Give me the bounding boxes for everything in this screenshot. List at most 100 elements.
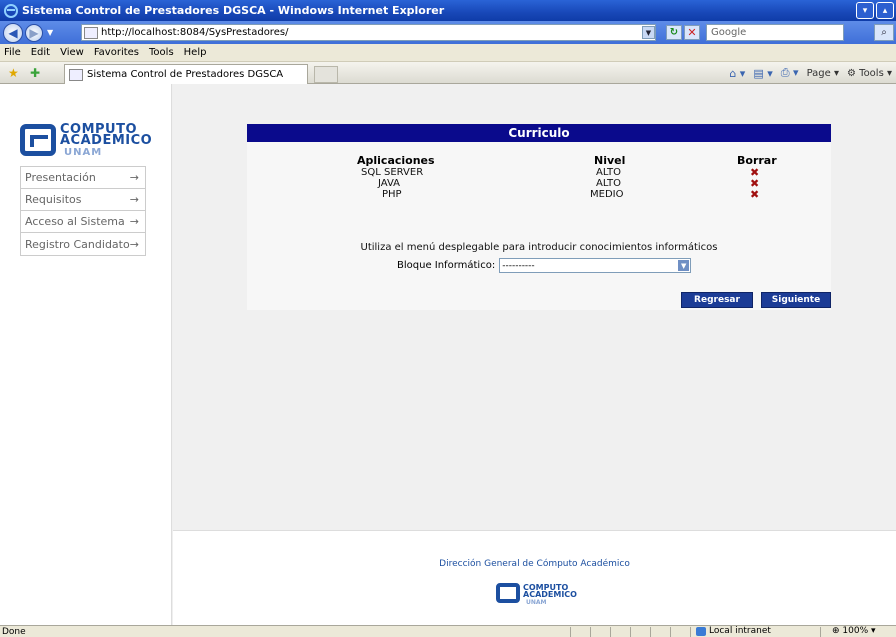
- column-header-app: Aplicaciones: [357, 154, 435, 167]
- search-placeholder: Google: [711, 27, 747, 38]
- window-controls: ▾ ▴: [856, 2, 894, 19]
- arrow-right-icon: →: [129, 171, 139, 184]
- column-header-level: Nivel: [594, 154, 626, 167]
- zone-label: Local intranet: [709, 626, 771, 636]
- tools-menu[interactable]: ⚙ Tools ▾: [847, 68, 892, 79]
- menu-bar: File Edit View Favorites Tools Help: [0, 44, 896, 62]
- address-dropdown-icon[interactable]: ▼: [642, 26, 655, 39]
- sidebar-item-label: Presentación: [25, 171, 96, 184]
- curriculo-panel: Curriculo Aplicaciones Nivel Borrar SQL …: [247, 124, 831, 310]
- sidebar-item-requisitos[interactable]: Requisitos →: [21, 189, 145, 211]
- cell-app: PHP: [382, 189, 402, 200]
- history-dropdown-icon[interactable]: ▼: [47, 28, 53, 37]
- new-tab-button[interactable]: [314, 66, 338, 83]
- menu-help[interactable]: Help: [184, 47, 207, 58]
- instructions-text: Utiliza el menú desplegable para introdu…: [360, 242, 718, 253]
- window-titlebar: Sistema Control de Prestadores DGSCA - W…: [0, 0, 896, 21]
- bloque-select-row: Bloque Informático: ---------- ▼: [397, 258, 692, 273]
- search-icon[interactable]: ⌕: [874, 24, 894, 41]
- add-favorites-icon[interactable]: ✚: [30, 66, 40, 80]
- bloque-select-value: ----------: [502, 260, 535, 271]
- cell-app: JAVA: [378, 178, 401, 189]
- arrow-right-icon: →: [129, 193, 139, 206]
- status-divider: [650, 627, 651, 637]
- address-input[interactable]: http://localhost:8084/SysPrestadores/: [81, 24, 656, 41]
- intranet-icon: [696, 626, 706, 636]
- print-icon[interactable]: ⎙ ▾: [781, 66, 799, 80]
- maximize-icon[interactable]: ▴: [876, 2, 894, 19]
- zoom-control[interactable]: ⊕ 100% ▾: [832, 626, 876, 636]
- siguiente-button[interactable]: Siguiente: [761, 292, 831, 308]
- regresar-button[interactable]: Regresar: [681, 292, 753, 308]
- chevron-down-icon: ▼: [678, 260, 690, 271]
- ie-logo-icon: [4, 3, 18, 18]
- search-input[interactable]: Google: [706, 24, 844, 41]
- sidebar-item-acceso[interactable]: Acceso al Sistema →: [21, 211, 145, 233]
- status-divider: [630, 627, 631, 637]
- status-text: Done: [2, 626, 26, 637]
- delete-icon[interactable]: ✖: [750, 188, 759, 201]
- command-bar: ⌂ ▾ ▤ ▾ ⎙ ▾ Page ▾ ⚙ Tools ▾: [729, 66, 892, 80]
- cell-level: ALTO: [596, 167, 622, 178]
- address-toolbar: ◀ ▶ ▼ http://localhost:8084/SysPrestador…: [0, 21, 896, 44]
- tools-menu-label: Tools: [859, 67, 884, 79]
- feeds-icon[interactable]: ▤ ▾: [753, 67, 772, 80]
- panel-title: Curriculo: [247, 124, 831, 142]
- footer-logo-line2: ACADEMICO: [523, 590, 577, 599]
- footer-logo-mark: [496, 583, 520, 603]
- sidebar-item-presentacion[interactable]: Presentación →: [21, 167, 145, 189]
- refresh-icon[interactable]: ↻: [666, 25, 682, 40]
- forward-arrow-icon[interactable]: ▶: [25, 23, 43, 42]
- minimize-icon[interactable]: ▾: [856, 2, 874, 19]
- status-divider: [570, 627, 571, 637]
- bloque-label: Bloque Informático:: [397, 260, 496, 271]
- status-divider: [690, 627, 691, 637]
- page-icon: [84, 26, 98, 39]
- status-bar: Done Local intranet ⊕ 100% ▾: [0, 625, 896, 637]
- bloque-select[interactable]: ---------- ▼: [499, 258, 692, 273]
- cell-level: ALTO: [596, 178, 622, 189]
- address-url: http://localhost:8084/SysPrestadores/: [101, 27, 289, 38]
- arrow-right-icon: →: [129, 215, 139, 228]
- menu-edit[interactable]: Edit: [31, 47, 50, 58]
- page-footer: Dirección General de Cómputo Académico C…: [173, 530, 896, 625]
- zoom-value: 100%: [842, 626, 869, 636]
- page-content: COMPUTO ACADEMICO UNAM Presentación → Re…: [0, 84, 896, 625]
- menu-view[interactable]: View: [60, 47, 84, 58]
- back-arrow-icon[interactable]: ◀: [3, 22, 23, 43]
- footer-link[interactable]: Dirección General de Cómputo Académico: [173, 559, 896, 569]
- logo-line3: UNAM: [64, 147, 103, 158]
- computo-academico-logo: COMPUTO ACADEMICO UNAM: [20, 122, 152, 162]
- status-divider: [670, 627, 671, 637]
- favorites-star-icon[interactable]: ★: [8, 66, 19, 80]
- sidebar-item-label: Registro Candidato: [25, 237, 130, 251]
- window-title: Sistema Control de Prestadores DGSCA - W…: [22, 4, 445, 17]
- status-divider: [610, 627, 611, 637]
- sidebar-item-registro[interactable]: Registro Candidato →: [21, 233, 145, 255]
- status-divider: [820, 627, 821, 637]
- page-icon: [69, 68, 83, 81]
- tab-current[interactable]: Sistema Control de Prestadores DGSCA: [64, 64, 308, 84]
- menu-tools[interactable]: Tools: [149, 47, 174, 58]
- security-zone[interactable]: Local intranet: [696, 626, 771, 636]
- sidebar-item-label: Acceso al Sistema: [25, 215, 125, 228]
- cell-app: SQL SERVER: [361, 167, 424, 178]
- stop-icon[interactable]: ✕: [684, 25, 700, 40]
- cell-level: MEDIO: [590, 189, 624, 200]
- tab-bar: ★ ✚ Sistema Control de Prestadores DGSCA…: [0, 62, 896, 84]
- status-divider: [590, 627, 591, 637]
- footer-logo-line3: UNAM: [526, 599, 547, 606]
- page-menu-label: Page: [806, 67, 831, 79]
- page-menu[interactable]: Page ▾: [807, 68, 839, 79]
- logo-mark: [20, 124, 56, 156]
- footer-logo: COMPUTO ACADEMICO UNAM: [496, 581, 582, 607]
- left-sidebar: COMPUTO ACADEMICO UNAM Presentación → Re…: [0, 84, 172, 625]
- sidebar-menu: Presentación → Requisitos → Acceso al Si…: [20, 166, 146, 256]
- menu-file[interactable]: File: [4, 47, 21, 58]
- tab-title: Sistema Control de Prestadores DGSCA: [87, 69, 284, 80]
- home-icon[interactable]: ⌂ ▾: [729, 67, 745, 80]
- logo-line2: ACADEMICO: [60, 133, 153, 148]
- sidebar-item-label: Requisitos: [25, 193, 82, 206]
- arrow-right-icon: →: [129, 237, 139, 251]
- menu-favorites[interactable]: Favorites: [94, 47, 139, 58]
